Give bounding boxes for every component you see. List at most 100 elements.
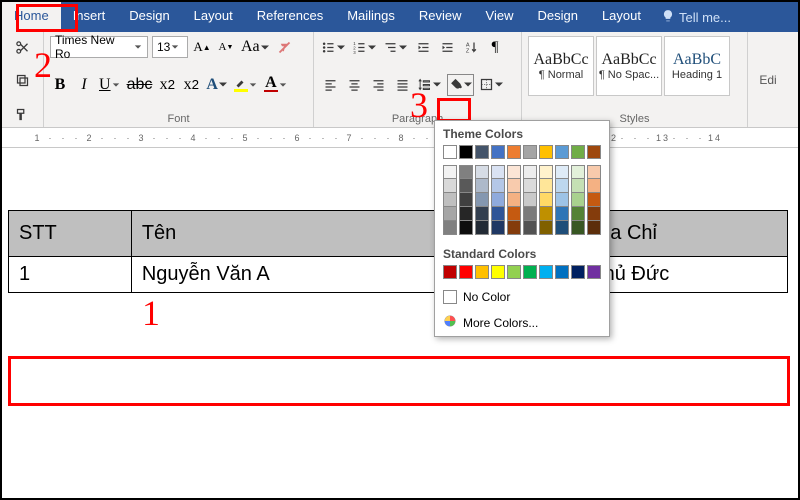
cut-button[interactable] [8,36,37,58]
format-painter-button[interactable] [8,103,37,125]
color-swatch[interactable] [539,179,553,193]
color-swatch[interactable] [507,221,521,235]
tab-design-2[interactable]: Design [525,2,589,32]
clear-formatting-button[interactable] [275,36,295,58]
bold-button[interactable]: B [50,74,70,96]
color-swatch[interactable] [523,165,537,179]
color-swatch[interactable] [507,265,521,279]
color-swatch[interactable] [523,221,537,235]
strikethrough-button[interactable]: abc [126,74,154,96]
color-swatch[interactable] [475,221,489,235]
color-swatch[interactable] [587,265,601,279]
color-swatch[interactable] [571,165,585,179]
tab-insert[interactable]: Insert [61,2,118,32]
color-swatch[interactable] [523,145,537,159]
color-swatch[interactable] [475,265,489,279]
color-swatch[interactable] [507,145,521,159]
style-no-spacing[interactable]: AaBbCc¶ No Spac... [596,36,662,96]
tab-mailings[interactable]: Mailings [335,2,407,32]
color-swatch[interactable] [475,193,489,207]
font-size-select[interactable]: 13 [152,36,188,58]
color-swatch[interactable] [459,193,473,207]
tab-home[interactable]: Home [2,2,61,32]
font-name-select[interactable]: Times New Ro [50,36,148,58]
shrink-font-button[interactable]: A▼ [216,36,236,58]
color-swatch[interactable] [571,145,585,159]
color-swatch[interactable] [555,179,569,193]
tell-me[interactable]: Tell me... [653,2,739,32]
document-table[interactable]: STT Tên Lớp Địa Chỉ 1 Nguyễn Văn A 11B1 … [8,210,788,293]
color-swatch[interactable] [443,165,457,179]
color-swatch[interactable] [443,265,457,279]
color-swatch[interactable] [587,193,601,207]
color-swatch[interactable] [555,221,569,235]
align-left-button[interactable] [320,74,340,96]
line-spacing-button[interactable] [416,74,443,96]
color-swatch[interactable] [539,145,553,159]
color-swatch[interactable] [539,207,553,221]
tab-view[interactable]: View [474,2,526,32]
color-swatch[interactable] [571,207,585,221]
color-swatch[interactable] [507,179,521,193]
bullets-button[interactable] [320,36,347,58]
color-swatch[interactable] [459,165,473,179]
color-swatch[interactable] [459,207,473,221]
subscript-button[interactable]: x2 [157,74,177,96]
color-swatch[interactable] [523,265,537,279]
highlight-button[interactable] [233,74,259,96]
color-swatch[interactable] [523,193,537,207]
table-cell[interactable]: Thủ Đức [581,257,788,293]
color-swatch[interactable] [523,207,537,221]
italic-button[interactable]: I [74,74,94,96]
copy-button[interactable] [8,70,37,92]
borders-button[interactable] [478,74,505,96]
color-swatch[interactable] [459,265,473,279]
color-swatch[interactable] [507,165,521,179]
color-swatch[interactable] [587,207,601,221]
ruler[interactable]: 1···2···3···4···5···6···7···8···9···10··… [2,128,798,148]
color-swatch[interactable] [443,207,457,221]
numbering-button[interactable]: 123 [351,36,378,58]
no-color-item[interactable]: No Color [435,285,609,309]
color-swatch[interactable] [459,179,473,193]
color-swatch[interactable] [459,221,473,235]
tab-layout[interactable]: Layout [182,2,245,32]
tab-review[interactable]: Review [407,2,474,32]
align-right-button[interactable] [368,74,388,96]
color-swatch[interactable] [539,265,553,279]
color-swatch[interactable] [539,193,553,207]
color-swatch[interactable] [587,179,601,193]
color-swatch[interactable] [459,145,473,159]
increase-indent-button[interactable] [437,36,457,58]
color-swatch[interactable] [443,179,457,193]
color-swatch[interactable] [443,221,457,235]
color-swatch[interactable] [555,165,569,179]
color-swatch[interactable] [555,145,569,159]
color-swatch[interactable] [587,145,601,159]
color-swatch[interactable] [443,145,457,159]
color-swatch[interactable] [475,207,489,221]
color-swatch[interactable] [475,179,489,193]
color-swatch[interactable] [539,221,553,235]
color-swatch[interactable] [571,265,585,279]
color-swatch[interactable] [555,265,569,279]
color-swatch[interactable] [571,221,585,235]
color-swatch[interactable] [587,165,601,179]
color-swatch[interactable] [443,193,457,207]
table-header-row[interactable]: STT Tên Lớp Địa Chỉ [9,211,788,257]
color-swatch[interactable] [555,207,569,221]
shading-button[interactable] [447,74,474,96]
color-swatch[interactable] [507,207,521,221]
text-effects-button[interactable]: A [205,74,229,96]
table-cell[interactable]: Nguyễn Văn A [131,257,442,293]
align-center-button[interactable] [344,74,364,96]
grow-font-button[interactable]: A▲ [192,36,212,58]
color-swatch[interactable] [571,193,585,207]
color-swatch[interactable] [587,221,601,235]
color-swatch[interactable] [539,165,553,179]
color-swatch[interactable] [523,179,537,193]
color-swatch[interactable] [571,179,585,193]
color-swatch[interactable] [475,145,489,159]
font-color-button[interactable]: A [263,74,289,96]
justify-button[interactable] [392,74,412,96]
